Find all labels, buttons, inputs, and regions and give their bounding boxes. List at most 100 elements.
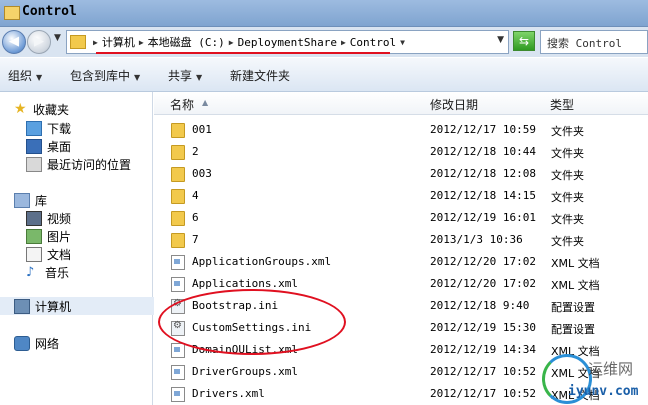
recent-places-icon <box>26 157 42 172</box>
xml-file-icon <box>171 255 185 270</box>
file-date: 2012/12/19 14:34 <box>430 343 536 356</box>
table-row[interactable]: 003 2012/12/18 12:08 文件夹 <box>154 163 648 185</box>
include-in-library-label: 包含到库中 <box>70 69 131 83</box>
file-date: 2013/1/3 10:36 <box>430 233 523 246</box>
chevron-right-icon[interactable]: ▶ <box>139 38 144 47</box>
breadcrumb: ▶ 计算机 ▶ 本地磁盘 (C:) ▶ DeploymentShare ▶ Co… <box>89 34 409 50</box>
chevron-right-icon[interactable]: ▶ <box>93 38 98 47</box>
chevron-right-icon[interactable]: ▶ <box>229 38 234 47</box>
watermark-url: iyunv.com <box>568 384 639 399</box>
new-folder-label: 新建文件夹 <box>230 69 291 83</box>
watermark-text: 运维网 <box>588 360 634 378</box>
folder-icon <box>171 211 185 226</box>
breadcrumb-control[interactable]: Control <box>350 36 396 49</box>
nav-item-label: 下载 <box>47 122 72 136</box>
nav-item-label: 音乐 <box>45 266 70 280</box>
nav-item-pictures[interactable]: 图片 <box>26 228 71 245</box>
address-dropdown-icon[interactable]: ▼ <box>497 35 504 45</box>
column-header-name[interactable]: 名称 ▲ <box>154 92 425 115</box>
picture-icon <box>26 229 42 244</box>
address-row: ◀ ▶ ▼ ▶ 计算机 ▶ 本地磁盘 (C:) ▶ DeploymentShar… <box>0 27 648 57</box>
video-icon <box>26 211 42 226</box>
file-name: CustomSettings.ini <box>192 321 312 334</box>
xml-file-icon <box>171 387 185 402</box>
file-date: 2012/12/20 17:02 <box>430 255 536 268</box>
column-header-label: 修改日期 <box>430 98 479 112</box>
table-row[interactable]: Applications.xml 2012/12/20 17:02 XML 文档 <box>154 273 648 295</box>
file-name: Bootstrap.ini <box>192 299 279 312</box>
file-type: 文件夹 <box>551 235 584 248</box>
file-date: 2012/12/17 10:52 <box>430 387 536 400</box>
chevron-down-icon[interactable]: ▼ <box>400 38 405 47</box>
table-row[interactable]: CustomSettings.ini 2012/12/19 15:30 配置设置 <box>154 317 648 339</box>
file-name: 001 <box>192 123 212 136</box>
file-date: 2012/12/18 14:15 <box>430 189 536 202</box>
file-type: 配置设置 <box>551 301 595 314</box>
table-row[interactable]: 4 2012/12/18 14:15 文件夹 <box>154 185 648 207</box>
breadcrumb-computer[interactable]: 计算机 <box>102 34 135 50</box>
file-name: Applications.xml <box>192 277 298 290</box>
refresh-button[interactable]: ⇆ <box>513 31 535 51</box>
table-row[interactable]: 001 2012/12/17 10:59 文件夹 <box>154 119 648 141</box>
file-date: 2012/12/20 17:02 <box>430 277 536 290</box>
nav-favorites[interactable]: ★ 收藏夹 <box>14 101 69 118</box>
recent-pages-dropdown-icon[interactable]: ▼ <box>54 33 61 43</box>
nav-item-videos[interactable]: 视频 <box>26 210 71 227</box>
include-in-library-button[interactable]: 包含到库中 ▼ <box>70 67 140 84</box>
nav-item-label: 最近访问的位置 <box>47 158 132 172</box>
table-row[interactable]: 2 2012/12/18 10:44 文件夹 <box>154 141 648 163</box>
nav-computer[interactable]: 计算机 <box>0 297 165 315</box>
file-type: 文件夹 <box>551 147 584 160</box>
chevron-down-icon: ▼ <box>134 73 141 82</box>
nav-network[interactable]: 网络 <box>14 335 59 352</box>
nav-item-label: 文档 <box>47 248 72 262</box>
nav-libraries[interactable]: 库 <box>14 192 47 209</box>
file-name: Drivers.xml <box>192 387 265 400</box>
title-bar: Control <box>0 0 648 27</box>
new-folder-button[interactable]: 新建文件夹 <box>230 67 290 84</box>
breadcrumb-local-disk[interactable]: 本地磁盘 (C:) <box>148 34 225 50</box>
chevron-down-icon: ▼ <box>36 73 43 82</box>
window-title: Control <box>22 4 77 19</box>
file-date: 2012/12/18 10:44 <box>430 145 536 158</box>
nav-item-label: 视频 <box>47 212 72 226</box>
table-row[interactable]: 6 2012/12/19 16:01 文件夹 <box>154 207 648 229</box>
nav-network-label: 网络 <box>35 337 60 351</box>
breadcrumb-deploymentshare[interactable]: DeploymentShare <box>238 36 337 49</box>
nav-item-downloads[interactable]: 下载 <box>26 120 71 137</box>
back-button[interactable]: ◀ <box>2 30 26 54</box>
table-row[interactable]: ApplicationGroups.xml 2012/12/20 17:02 XML… <box>154 251 648 273</box>
folder-icon <box>171 167 185 182</box>
ini-file-icon <box>171 298 185 314</box>
chevron-down-icon: ▼ <box>196 73 203 82</box>
download-icon <box>26 121 42 136</box>
forward-button[interactable]: ▶ <box>27 30 51 54</box>
table-row[interactable]: 7 2013/1/3 10:36 文件夹 <box>154 229 648 251</box>
file-date: 2012/12/17 10:59 <box>430 123 536 136</box>
library-icon <box>14 193 30 208</box>
nav-computer-label: 计算机 <box>35 299 72 314</box>
chevron-right-icon[interactable]: ▶ <box>341 38 346 47</box>
file-date: 2012/12/18 12:08 <box>430 167 536 180</box>
nav-item-recent-places[interactable]: 最近访问的位置 <box>26 156 131 173</box>
column-header-label: 类型 <box>550 98 575 112</box>
file-name: 003 <box>192 167 212 180</box>
address-bar[interactable]: ▶ 计算机 ▶ 本地磁盘 (C:) ▶ DeploymentShare ▶ Co… <box>66 30 509 54</box>
table-row[interactable]: Bootstrap.ini 2012/12/18 9:40 配置设置 <box>154 295 648 317</box>
organize-button[interactable]: 组织 ▼ <box>8 67 42 84</box>
folder-icon <box>171 189 185 204</box>
column-header-date[interactable]: 修改日期 <box>424 92 545 115</box>
column-header-label: 名称 <box>170 98 195 112</box>
nav-item-documents[interactable]: 文档 <box>26 246 71 263</box>
file-date: 2012/12/18 9:40 <box>430 299 530 312</box>
share-button[interactable]: 共享 ▼ <box>168 67 202 84</box>
file-type: XML 文档 <box>551 279 600 292</box>
xml-file-icon <box>171 343 185 358</box>
file-name: DomainOUList.xml <box>192 343 298 356</box>
file-name: 7 <box>192 233 199 246</box>
search-input[interactable]: 搜索 Control <box>540 30 648 54</box>
nav-item-desktop[interactable]: 桌面 <box>26 138 71 155</box>
column-header-type[interactable]: 类型 <box>544 92 648 115</box>
nav-item-music[interactable]: ♪ 音乐 <box>26 264 69 281</box>
folder-icon <box>171 233 185 248</box>
